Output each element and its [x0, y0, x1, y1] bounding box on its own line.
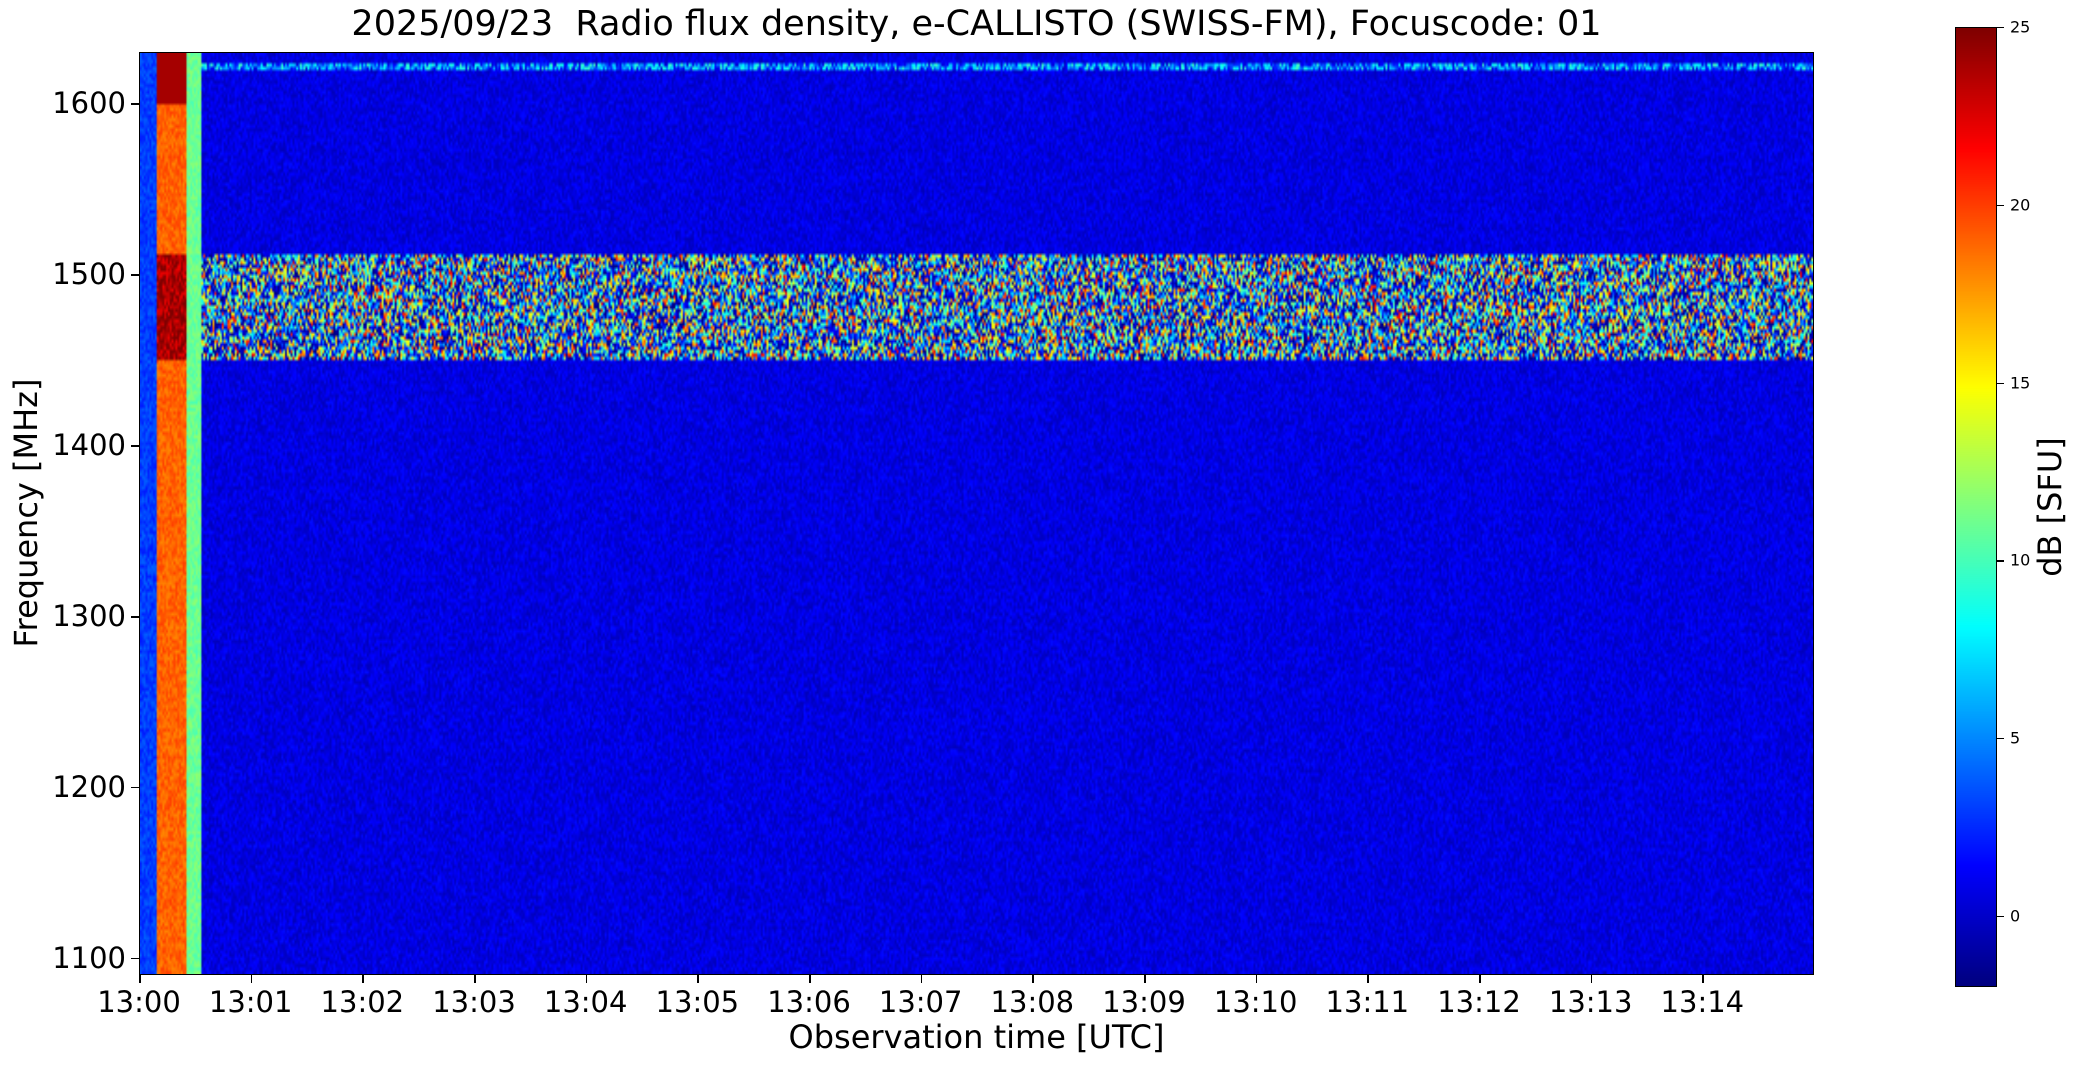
colorbar-tick-label: 15 [2010, 373, 2031, 393]
colorbar-tick-label: 10 [2010, 550, 2031, 570]
x-tick-label: 13:10 [1213, 985, 1298, 1019]
y-tick-label: 1600 [52, 86, 126, 121]
y-tick [131, 445, 139, 447]
x-tick-label: 13:04 [543, 985, 628, 1019]
y-tick [131, 274, 139, 276]
x-tick [250, 975, 253, 983]
y-tick [131, 786, 139, 789]
y-axis-label: Frequency [MHz] [7, 378, 45, 648]
x-tick [809, 975, 811, 983]
x-tick [1144, 975, 1146, 983]
x-tick-label: 13:00 [97, 985, 181, 1019]
x-tick [585, 975, 588, 983]
chart-title: 2025/09/23 Radio flux density, e-CALLIST… [351, 4, 1602, 44]
colorbar-tick [1997, 382, 2004, 384]
colorbar-tick-label: 20 [2010, 195, 2031, 215]
y-tick-label: 1300 [52, 599, 126, 634]
spectrogram-heatmap [140, 53, 1813, 974]
colorbar-tick [1997, 560, 2004, 562]
x-tick [139, 975, 141, 983]
x-tick-label: 13:07 [878, 985, 963, 1019]
y-tick-label: 1100 [52, 940, 126, 975]
x-tick [362, 975, 364, 983]
y-tick-label: 1400 [52, 428, 126, 463]
x-tick-label: 13:14 [1660, 985, 1745, 1019]
x-tick-label: 13:06 [767, 985, 851, 1019]
x-tick [697, 975, 699, 983]
x-tick-label: 13:01 [208, 985, 293, 1019]
colorbar-tick-label: 25 [2010, 17, 2031, 37]
x-tick-label: 13:12 [1437, 985, 1521, 1019]
colorbar-tick [1997, 915, 2004, 918]
colorbar-tick [1997, 27, 2004, 29]
x-tick [1590, 975, 1593, 983]
x-tick [1702, 975, 1704, 983]
x-tick-label: 13:05 [655, 985, 740, 1019]
x-tick-label: 13:09 [1102, 985, 1186, 1019]
plot-area [139, 52, 1814, 975]
colorbar-tick-label: 5 [2010, 728, 2021, 748]
x-tick [1255, 975, 1258, 983]
x-tick-label: 13:03 [432, 985, 516, 1019]
y-tick-label: 1200 [52, 769, 126, 804]
x-tick [1479, 975, 1481, 983]
x-tick [474, 975, 476, 983]
colorbar-tick [1997, 204, 2004, 207]
colorbar-tick-label: 0 [2010, 906, 2021, 926]
x-axis-label: Observation time [UTC] [788, 1018, 1165, 1056]
x-tick [1367, 975, 1369, 983]
y-tick [131, 103, 139, 105]
colorbar-label: dB [SFU] [2031, 437, 2069, 577]
y-tick [131, 616, 139, 618]
colorbar-tick [1997, 738, 2004, 740]
x-tick-label: 13:11 [1325, 985, 1410, 1019]
colorbar [1955, 27, 1997, 987]
x-tick [1032, 975, 1034, 983]
x-tick-label: 13:13 [1548, 985, 1633, 1019]
x-tick-label: 13:08 [990, 985, 1075, 1019]
x-tick-label: 13:02 [320, 985, 405, 1019]
y-tick [131, 957, 139, 960]
y-tick-label: 1500 [52, 257, 126, 292]
x-tick [920, 975, 923, 983]
